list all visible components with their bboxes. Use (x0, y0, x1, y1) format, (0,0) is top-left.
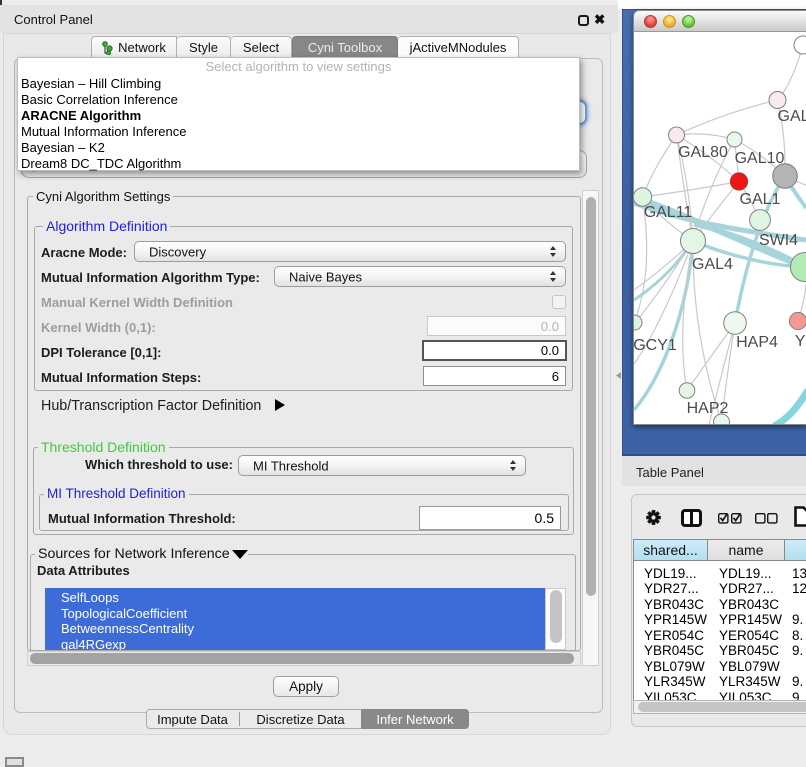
svg-text:HAP2: HAP2 (687, 400, 729, 417)
svg-text:GAL10: GAL10 (735, 150, 785, 167)
svg-text:YC: YC (795, 333, 806, 350)
svg-text:GAL11: GAL11 (644, 204, 693, 221)
svg-text:GAL80: GAL80 (678, 144, 728, 161)
svg-text:HAP4: HAP4 (736, 334, 778, 351)
svg-text:SWI4: SWI4 (759, 232, 798, 249)
svg-text:GAL1: GAL1 (740, 191, 781, 208)
svg-text:GAL4: GAL4 (692, 256, 733, 273)
svg-text:GAL7: GAL7 (778, 108, 806, 125)
svg-text:GCY1: GCY1 (634, 337, 677, 354)
